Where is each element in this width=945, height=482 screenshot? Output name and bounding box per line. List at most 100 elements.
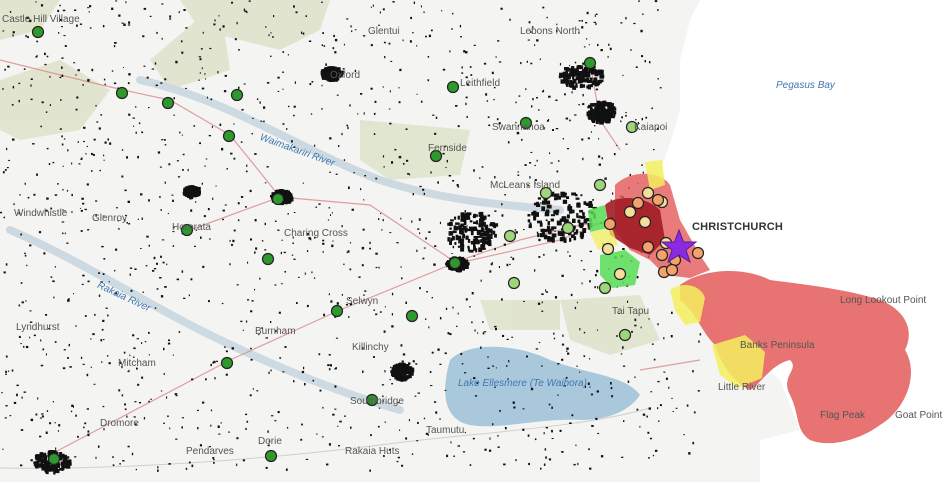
station-marker-orange[interactable]	[641, 240, 655, 254]
station-marker-dark-green[interactable]	[115, 86, 129, 100]
map-canvas[interactable]: Castle Hill Village Glentui Lebons North…	[0, 0, 945, 482]
urban-speck	[243, 8, 246, 11]
station-marker-cream[interactable]	[613, 267, 627, 281]
urban-speck	[567, 352, 570, 355]
urban-speck	[236, 284, 239, 286]
urban-speck	[98, 127, 101, 130]
station-marker-light-green[interactable]	[618, 328, 632, 342]
urban-speck	[388, 108, 391, 110]
station-marker-dark-green[interactable]	[448, 256, 462, 270]
urban-speck	[638, 0, 640, 2]
station-marker-dark-green[interactable]	[161, 96, 175, 110]
station-marker-orange[interactable]	[651, 193, 665, 207]
station-marker-light-green[interactable]	[598, 281, 612, 295]
urban-speck	[479, 177, 481, 179]
urban-speck	[478, 240, 483, 243]
urban-speck	[348, 186, 350, 189]
urban-speck	[107, 355, 109, 357]
urban-speck	[450, 219, 454, 222]
urban-speck	[101, 245, 104, 248]
urban-speck	[211, 125, 213, 128]
urban-speck	[569, 64, 571, 67]
urban-speck	[118, 14, 121, 17]
urban-speck	[7, 370, 10, 372]
station-marker-orange[interactable]	[665, 263, 679, 277]
station-marker-dark-green[interactable]	[405, 309, 419, 323]
urban-speck	[231, 243, 233, 246]
urban-speck	[466, 115, 468, 118]
urban-speck	[164, 78, 167, 81]
urban-speck	[87, 7, 90, 9]
urban-speck	[455, 222, 460, 225]
urban-speck	[465, 51, 468, 54]
urban-speck	[577, 219, 581, 223]
station-marker-light-green[interactable]	[507, 276, 521, 290]
urban-speck	[522, 408, 525, 410]
station-marker-dark-green[interactable]	[222, 129, 236, 143]
urban-speck	[185, 467, 188, 470]
station-marker-cream[interactable]	[638, 215, 652, 229]
urban-speck	[450, 441, 452, 444]
urban-speck	[121, 22, 124, 24]
urban-speck	[598, 138, 600, 140]
urban-speck	[534, 44, 536, 46]
station-marker-dark-green[interactable]	[583, 56, 597, 70]
station-marker-cream[interactable]	[641, 186, 655, 200]
station-marker-orange[interactable]	[631, 196, 645, 210]
station-marker-cream[interactable]	[623, 205, 637, 219]
station-marker-dark-green[interactable]	[220, 356, 234, 370]
urban-speck	[457, 312, 459, 315]
urban-speck	[428, 326, 430, 329]
urban-speck	[390, 366, 392, 369]
station-marker-light-green[interactable]	[503, 229, 517, 243]
urban-speck	[30, 459, 33, 462]
station-marker-dark-green[interactable]	[264, 449, 278, 463]
urban-speck	[457, 215, 460, 220]
urban-speck	[554, 194, 558, 198]
urban-speck	[36, 40, 39, 43]
urban-speck	[582, 228, 587, 233]
urban-speck	[232, 239, 235, 243]
urban-speck	[335, 337, 339, 339]
station-marker-dark-green[interactable]	[47, 452, 61, 466]
station-marker-light-green[interactable]	[593, 178, 607, 192]
urban-speck	[129, 354, 131, 357]
urban-speck	[683, 434, 685, 436]
urban-speck	[43, 252, 46, 255]
station-marker-orange[interactable]	[691, 246, 705, 260]
station-marker-dark-green[interactable]	[31, 25, 45, 39]
urban-speck	[79, 23, 83, 25]
urban-speck	[19, 194, 21, 196]
urban-speck	[95, 105, 97, 107]
label-hororata: Hororata	[172, 222, 211, 233]
urban-speck	[224, 346, 226, 348]
urban-speck	[154, 307, 157, 309]
urban-speck	[589, 280, 591, 283]
urban-speck	[692, 441, 695, 445]
urban-speck	[7, 65, 10, 68]
label-swannanoa: Swannanoa	[492, 122, 545, 133]
urban-speck	[554, 230, 556, 232]
urban-speck	[266, 82, 270, 84]
station-marker-cream[interactable]	[601, 242, 615, 256]
station-marker-dark-green[interactable]	[261, 252, 275, 266]
urban-speck	[252, 388, 254, 390]
urban-speck	[555, 209, 560, 213]
urban-speck	[178, 331, 181, 333]
urban-speck	[447, 222, 450, 226]
station-marker-dark-green[interactable]	[330, 304, 344, 318]
urban-speck	[207, 208, 210, 211]
station-marker-dark-green[interactable]	[446, 80, 460, 94]
urban-speck	[504, 427, 507, 430]
urban-speck	[121, 175, 124, 178]
station-marker-dark-green[interactable]	[230, 88, 244, 102]
station-marker-light-green[interactable]	[561, 221, 575, 235]
urban-speck	[322, 250, 324, 253]
station-marker-orange[interactable]	[655, 248, 669, 262]
urban-speck	[335, 173, 338, 175]
station-marker-orange[interactable]	[603, 217, 617, 231]
station-marker-dark-green[interactable]	[271, 192, 285, 206]
urban-speck	[598, 163, 601, 166]
urban-speck	[622, 365, 626, 367]
urban-speck	[415, 363, 418, 365]
